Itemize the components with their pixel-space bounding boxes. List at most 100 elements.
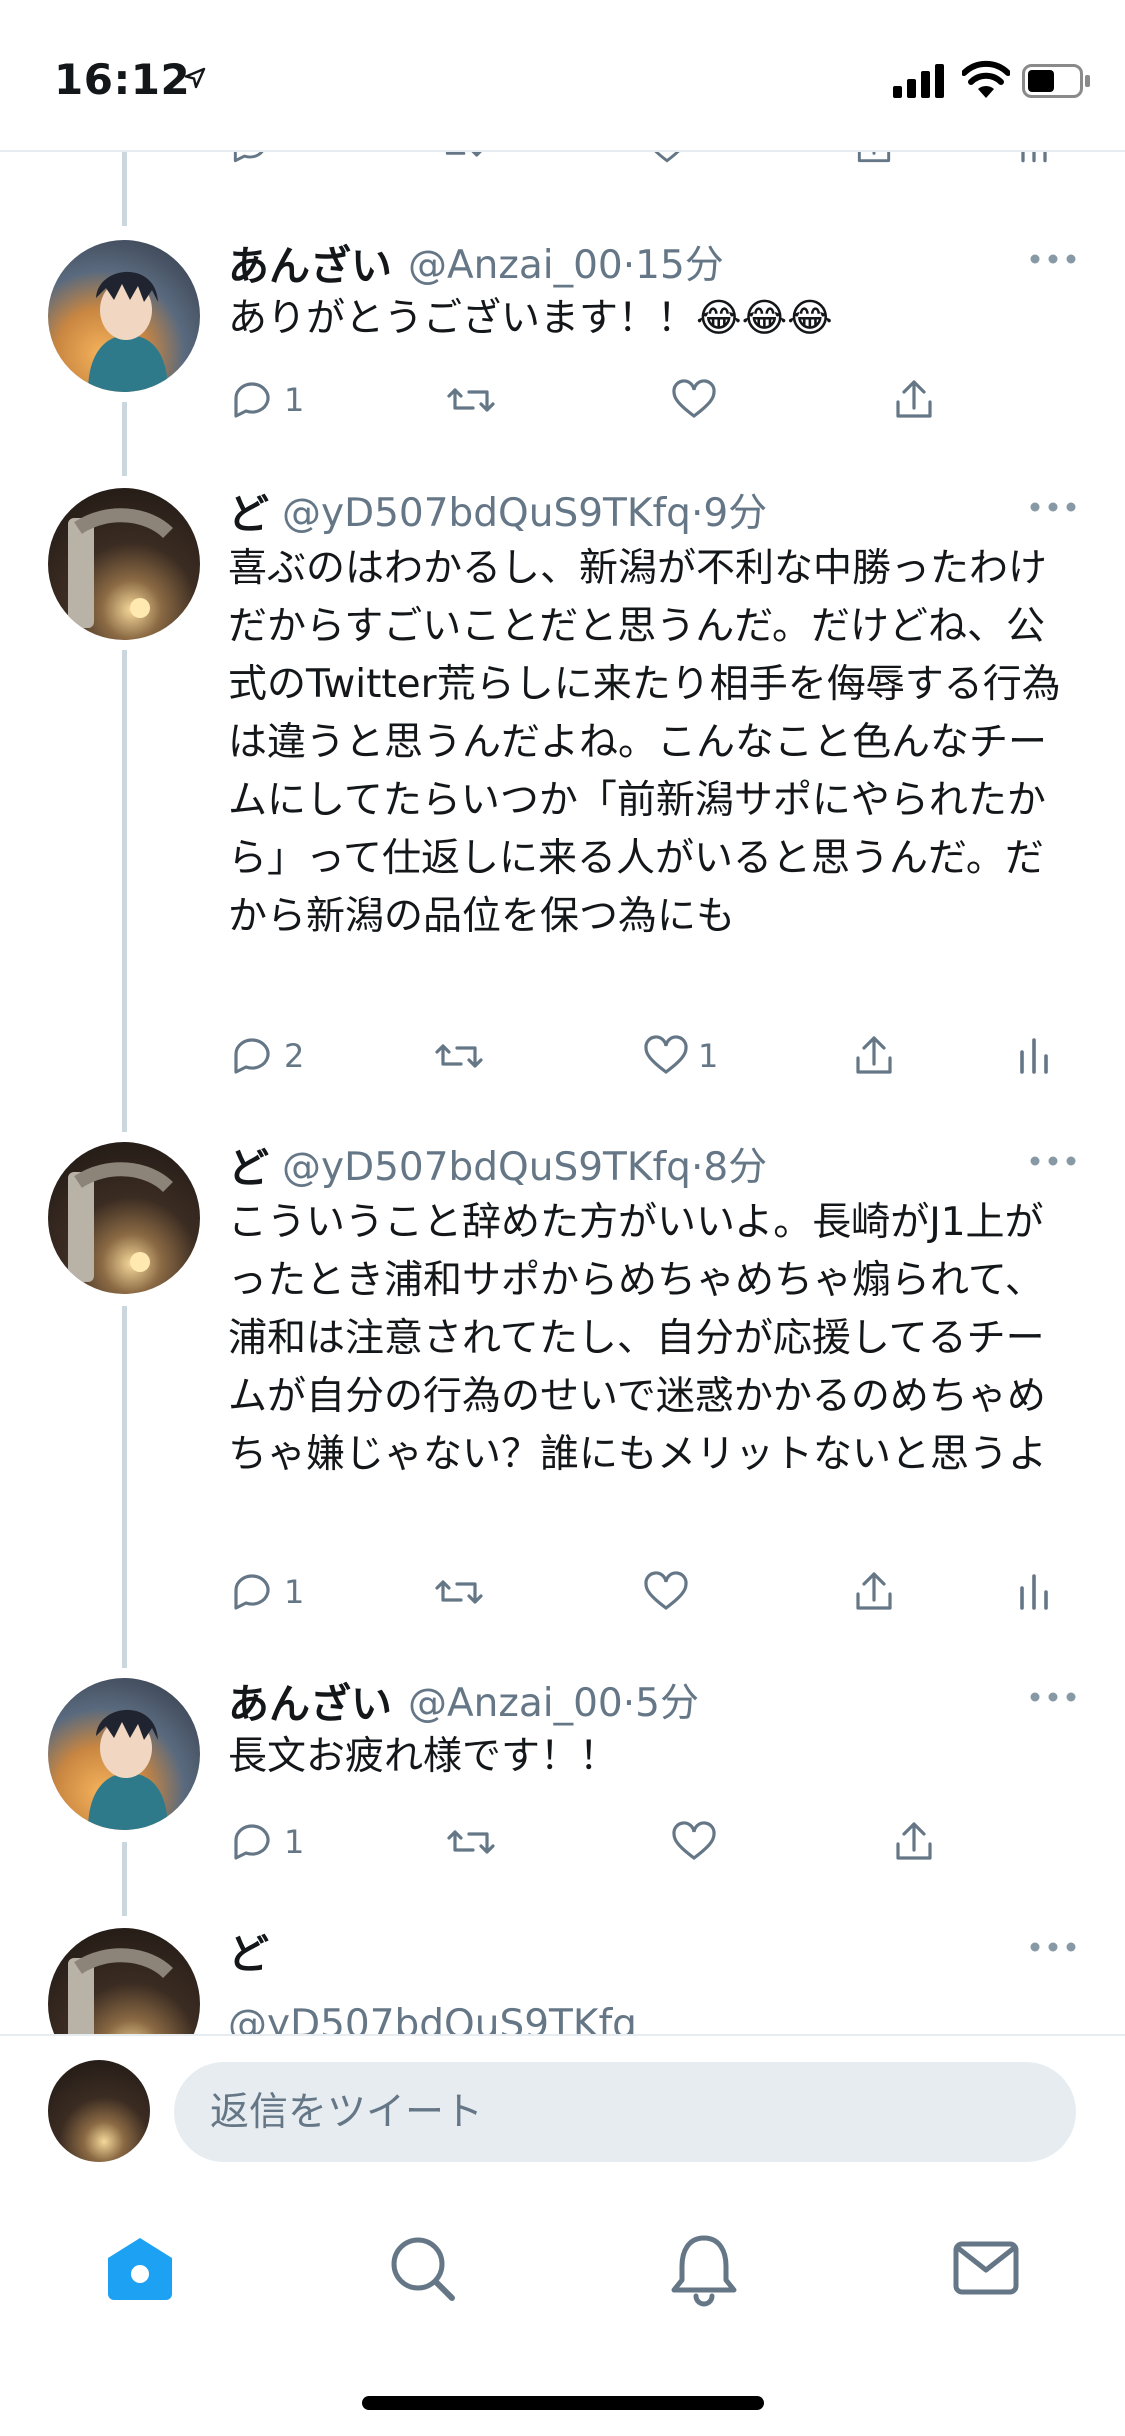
retweet-button[interactable] (432, 1032, 486, 1080)
reply-count: 1 (284, 1573, 305, 1611)
more-options-icon[interactable] (1028, 500, 1078, 514)
tweet-handle[interactable]: @yD507bdQuS9TKfq (282, 491, 691, 536)
share-icon (896, 1822, 932, 1860)
tweet-author-name[interactable]: ど (228, 480, 269, 540)
analytics-button[interactable] (1010, 1032, 1058, 1080)
avatar[interactable] (48, 240, 200, 392)
location-arrow-icon (184, 67, 206, 89)
retweet-icon (435, 1580, 483, 1604)
home-icon (108, 2238, 172, 2300)
avatar[interactable] (48, 488, 200, 640)
reply-icon (234, 1824, 270, 1860)
tab-search[interactable] (382, 2228, 462, 2308)
tab-messages[interactable] (946, 2228, 1026, 2308)
share-icon (856, 1572, 892, 1610)
avatar[interactable] (48, 1928, 200, 2034)
tab-notifications[interactable] (664, 2228, 744, 2308)
reply-icon (234, 382, 270, 418)
reply-button[interactable]: 2 (228, 1032, 304, 1080)
like-button[interactable]: 1 (642, 1032, 718, 1080)
dark-room-avatar-image (68, 508, 173, 628)
like-button[interactable] (670, 376, 718, 424)
like-button[interactable] (642, 1568, 690, 1616)
share-button[interactable] (850, 1032, 898, 1080)
retweet-icon[interactable] (438, 152, 486, 168)
retweet-icon (435, 1044, 483, 1068)
thread-connector (122, 650, 127, 1132)
share-button[interactable] (890, 376, 938, 424)
thread-connector (122, 1842, 127, 1916)
tweet-text: 長文お疲れ様です！！ (228, 1734, 619, 1779)
reply-tweet-input[interactable] (174, 2062, 1076, 2162)
reply-icon (234, 1574, 270, 1610)
like-count: 1 (698, 1037, 719, 1075)
share-button[interactable] (890, 1818, 938, 1866)
status-time: 16:12 (54, 55, 191, 104)
tweet-handle[interactable]: @Anzai_00 (408, 1681, 623, 1726)
more-options-icon[interactable] (1028, 1154, 1078, 1168)
reply-button[interactable]: 1 (228, 376, 304, 424)
anime-avatar-image (88, 1709, 168, 1830)
like-icon (644, 1571, 688, 1611)
like-icon (644, 1035, 688, 1075)
reply-button[interactable]: 1 (228, 1568, 304, 1616)
like-icon (672, 379, 716, 419)
tweet-handle[interactable]: @yD507bdQuS9TKfq (282, 1145, 691, 1190)
wifi-icon (962, 60, 1010, 98)
share-button[interactable] (850, 1568, 898, 1616)
retweet-button[interactable] (444, 376, 498, 424)
share-icon[interactable] (852, 152, 896, 168)
home-indicator[interactable] (362, 2396, 764, 2410)
thread-connector (122, 152, 127, 226)
avatar[interactable] (48, 1142, 200, 1294)
tweet-text: 喜ぶのはわかるし、新潟が不利な中勝ったわけだからすごいことだと思うんだ。だけどね… (228, 546, 1061, 939)
tweet-feed[interactable]: あんざい @Anzai_00·15分 ありがとうございます！！😂😂😂 1 ど @… (0, 152, 1125, 2034)
retweet-icon (447, 388, 495, 412)
reply-button[interactable]: 1 (228, 1818, 304, 1866)
bottom-tab-bar (0, 2190, 1125, 2340)
bell-icon (671, 2235, 737, 2307)
tab-home[interactable] (100, 2228, 180, 2308)
tweet-meta: @Anzai_00·5分 (408, 1681, 699, 1726)
dark-room-avatar-image (68, 1948, 173, 2034)
tweet-handle[interactable]: @yD507bdQuS9TKfq (228, 2002, 637, 2034)
tweet-author-name[interactable]: あんざい (228, 232, 392, 292)
tweet-meta: @yD507bdQuS9TKfq·9分 (282, 491, 768, 536)
tweet-time: 5分 (635, 1681, 699, 1726)
reply-icon (234, 1038, 270, 1074)
tweet-meta: @yD507bdQuS9TKfq·8分 (282, 1145, 768, 1190)
retweet-button[interactable] (444, 1818, 498, 1866)
composer-divider (0, 2034, 1125, 2036)
search-icon (391, 2237, 455, 2301)
thread-connector (122, 402, 127, 476)
retweet-icon (447, 1830, 495, 1854)
cellular-signal-icon (893, 64, 944, 98)
tweet-author-name[interactable]: ど (228, 1134, 269, 1194)
analytics-icon (1020, 1574, 1048, 1610)
more-options-icon[interactable] (1028, 252, 1078, 266)
reply-count: 2 (284, 1037, 305, 1075)
share-icon (856, 1036, 892, 1074)
analytics-icon[interactable] (1012, 152, 1056, 168)
more-options-icon[interactable] (1028, 1940, 1078, 1954)
like-icon[interactable] (645, 152, 689, 168)
analytics-button[interactable] (1010, 1568, 1058, 1616)
share-icon (896, 380, 932, 418)
tweet-time: 8分 (703, 1145, 768, 1190)
tweet-author-name[interactable]: あんざい (228, 1670, 392, 1730)
tweet-time: 15分 (635, 243, 724, 288)
more-options-icon[interactable] (1028, 1690, 1078, 1704)
thread-connector (122, 1306, 127, 1668)
tweet-text: こういうこと辞めた方がいいよ。長崎がJ1上がったとき浦和サポからめちゃめちゃ煽ら… (228, 1200, 1048, 1477)
tweet-text: ありがとうございます！！😂😂😂 (228, 296, 833, 341)
retweet-button[interactable] (432, 1568, 486, 1616)
tweet-author-name[interactable]: ど (228, 1920, 269, 1980)
current-user-avatar[interactable] (48, 2060, 150, 2162)
tweet-handle[interactable]: @Anzai_00 (408, 243, 623, 288)
mail-icon (953, 2241, 1019, 2295)
avatar[interactable] (48, 1678, 200, 1830)
battery-icon (1022, 64, 1090, 98)
like-button[interactable] (670, 1818, 718, 1866)
reply-count: 1 (284, 381, 305, 419)
reply-icon[interactable] (228, 152, 272, 168)
